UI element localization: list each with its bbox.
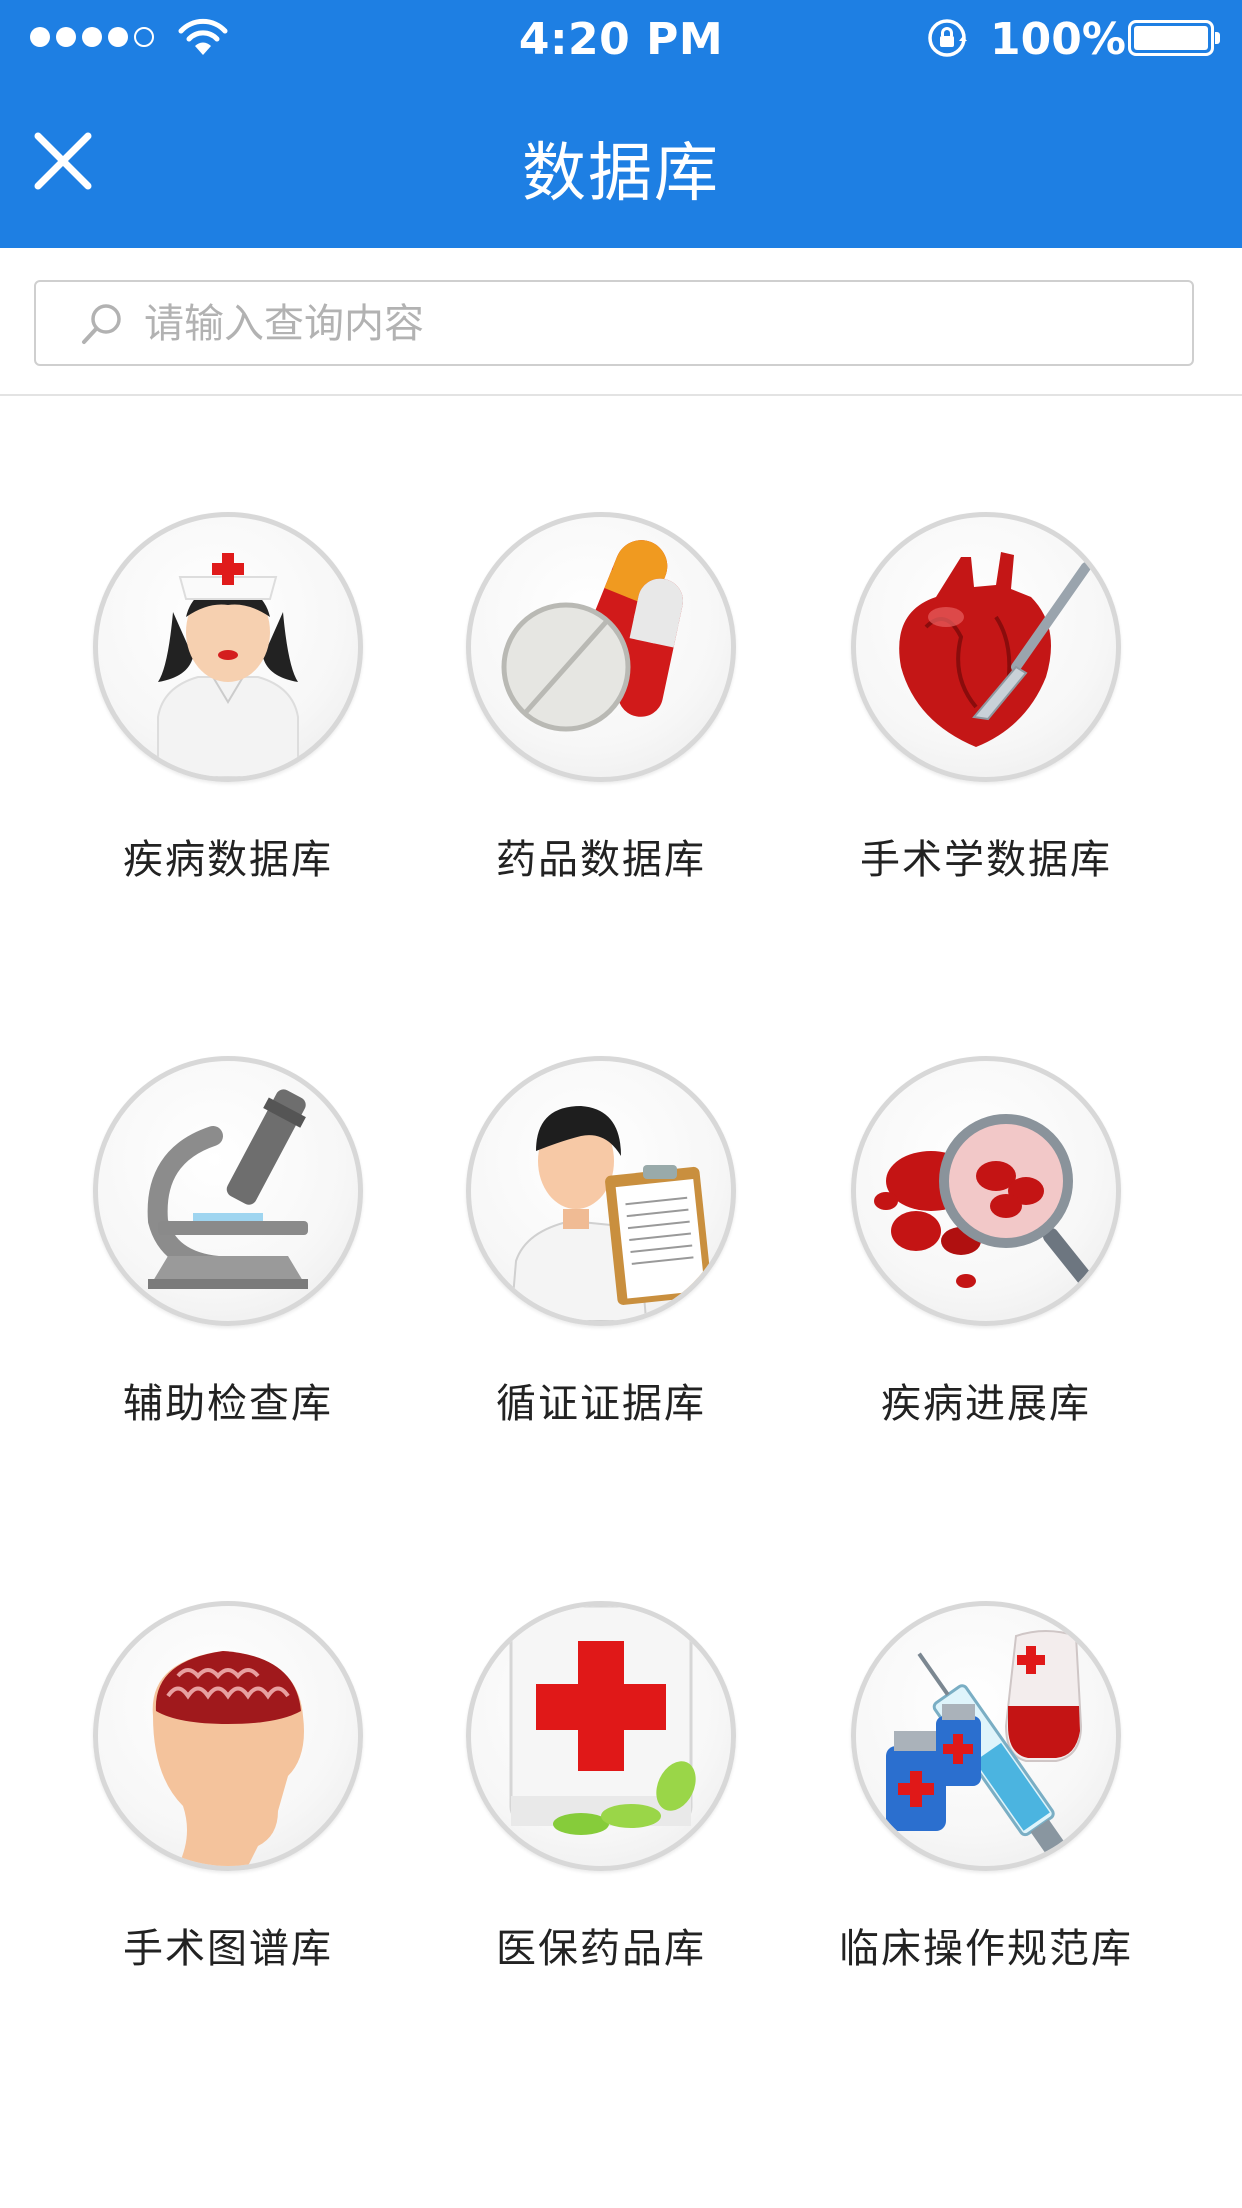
nav-bar: 数据库: [0, 76, 1242, 248]
tile-surgery-database[interactable]: 手术学数据库: [836, 512, 1136, 912]
tile-label: 药品数据库: [496, 837, 706, 883]
search-area: [0, 248, 1242, 396]
page-title: 数据库: [522, 137, 720, 211]
battery-percent: 100%: [990, 14, 1126, 65]
medkit-icon: [466, 1601, 736, 1871]
search-box[interactable]: [34, 280, 1194, 366]
microscope-icon: [93, 1056, 363, 1326]
nurse-icon: [93, 512, 363, 782]
pills-icon: [466, 512, 736, 782]
search-icon: [82, 304, 121, 344]
doctor-clipboard-icon: [466, 1056, 736, 1326]
tile-label: 辅助检查库: [123, 1381, 333, 1427]
syringe-vials-icon: [851, 1601, 1121, 1871]
search-input[interactable]: [142, 282, 1146, 366]
tile-label: 循证证据库: [496, 1381, 706, 1427]
tile-label: 疾病进展库: [881, 1381, 1091, 1427]
battery-icon: [1128, 20, 1220, 56]
tile-insurance-drug-database[interactable]: 医保药品库: [451, 1601, 751, 2001]
tile-disease-progress-database[interactable]: 疾病进展库: [836, 1056, 1136, 1456]
tile-auxiliary-exam-database[interactable]: 辅助检查库: [78, 1056, 378, 1456]
tile-clinical-practice-database[interactable]: 临床操作规范库: [836, 1601, 1136, 2001]
tile-label: 手术图谱库: [123, 1926, 333, 1972]
status-bar: 4:20 PM 100%: [0, 0, 1242, 76]
tile-evidence-database[interactable]: 循证证据库: [451, 1056, 751, 1456]
brain-head-icon: [93, 1601, 363, 1871]
tile-surgery-atlas-database[interactable]: 手术图谱库: [78, 1601, 378, 2001]
tile-drug-database[interactable]: 药品数据库: [451, 512, 751, 912]
rotation-lock-icon: [928, 19, 967, 57]
heart-scalpel-icon: [851, 512, 1121, 782]
blood-magnifier-icon: [851, 1056, 1121, 1326]
tile-disease-database[interactable]: 疾病数据库: [78, 512, 378, 912]
tile-label: 疾病数据库: [123, 837, 333, 883]
tile-label: 临床操作规范库: [839, 1926, 1133, 1972]
tile-label: 手术学数据库: [860, 837, 1112, 883]
tile-label: 医保药品库: [496, 1926, 706, 1972]
